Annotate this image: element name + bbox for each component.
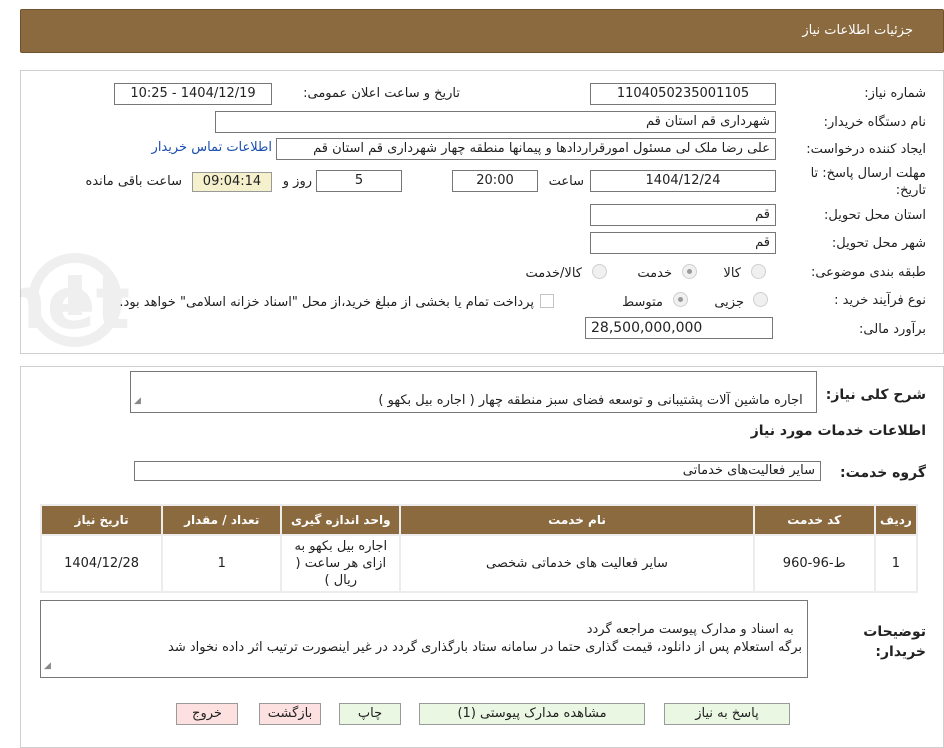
deadline-date-field[interactable]: 1404/12/24 [590, 170, 776, 192]
service-group-field[interactable]: سایر فعالیت‌های خدماتی [134, 461, 821, 481]
budget-field[interactable]: 28,500,000,000 [585, 317, 773, 339]
buyer-notes-text: به اسناد و مدارک پیوست مراجعه گردد برگه … [168, 622, 802, 655]
remaining-time-field: 09:04:14 [192, 172, 272, 192]
page-title: جزئیات اطلاعات نیاز [802, 23, 913, 38]
category-option-goods-service: کالا/خدمت [525, 266, 582, 281]
announce-label: تاریخ و ساعت اعلان عمومی: [303, 86, 460, 101]
cell-unit: اجاره بیل بکهو به ازای هر ساعت ( ریال ) [282, 536, 400, 591]
page-header: جزئیات اطلاعات نیاز [20, 9, 944, 53]
services-table: ردیف کد خدمت نام خدمت واحد اندازه گیری ت… [40, 504, 918, 593]
col-service-code: کد خدمت [754, 506, 874, 534]
deadline-time-label: ساعت [548, 174, 584, 189]
days-label: روز و [282, 174, 312, 189]
category-radio-goods-service[interactable] [592, 264, 607, 279]
category-radio-goods[interactable] [751, 264, 766, 279]
cell-need-date: 1404/12/28 [42, 536, 162, 591]
reply-button[interactable]: پاسخ به نیاز [664, 703, 790, 725]
process-type-label: نوع فرآیند خرید : [834, 293, 926, 308]
process-option-medium: متوسط [622, 295, 663, 310]
province-label: استان محل تحویل: [824, 208, 926, 223]
buyer-contact-link[interactable]: اطلاعات تماس خریدار [152, 140, 272, 155]
province-field[interactable]: قم [590, 204, 776, 226]
category-label: طبقه بندی موضوعی: [810, 265, 926, 280]
remaining-time-label: ساعت باقی مانده [85, 174, 182, 189]
cell-service-name: سایر فعالیت های خدماتی شخصی [401, 536, 753, 591]
cell-service-code: ط-96-960 [754, 536, 874, 591]
process-option-minor: جزیی [714, 295, 744, 310]
treasury-payment-note: پرداخت تمام یا بخشی از مبلغ خرید،از محل … [119, 295, 534, 310]
deadline-time-field[interactable]: 20:00 [452, 170, 538, 192]
category-option-service: خدمت [637, 266, 672, 281]
view-attachments-button[interactable]: مشاهده مدارک پیوستی (1) [419, 703, 645, 725]
process-radio-minor[interactable] [753, 292, 768, 307]
process-radio-medium[interactable] [673, 292, 688, 307]
city-field[interactable]: قم [590, 232, 776, 254]
category-option-goods: کالا [723, 266, 741, 281]
table-row: 1 ط-96-960 سایر فعالیت های خدماتی شخصی ا… [42, 536, 916, 591]
services-section-title: اطلاعات خدمات مورد نیاز [750, 423, 926, 439]
buyer-notes-label: توضیحات خریدار: [863, 624, 926, 660]
buyer-notes-textarea[interactable]: به اسناد و مدارک پیوست مراجعه گردد برگه … [40, 600, 808, 678]
col-row-number: ردیف [875, 506, 916, 534]
table-header-row: ردیف کد خدمت نام خدمت واحد اندازه گیری ت… [42, 506, 916, 534]
buyer-org-field[interactable]: شهرداری قم استان قم [215, 111, 776, 133]
description-textarea[interactable]: اجاره ماشین آلات پشتیبانی و توسعه فضای س… [130, 371, 817, 413]
description-text: اجاره ماشین آلات پشتیبانی و توسعه فضای س… [378, 393, 803, 408]
resize-grip-icon[interactable]: ◢ [134, 392, 141, 410]
requester-field[interactable]: علی رضا ملک لی مسئول امورقراردادها و پیم… [276, 138, 776, 160]
print-button[interactable]: چاپ [339, 703, 401, 725]
col-quantity: تعداد / مقدار [163, 506, 281, 534]
budget-label: برآورد مالی: [859, 322, 926, 337]
back-button[interactable]: بازگشت [259, 703, 321, 725]
col-need-date: تاریخ نیاز [42, 506, 162, 534]
col-service-name: نام خدمت [401, 506, 753, 534]
deadline-label: مهلت ارسال پاسخ: تا تاریخ: [810, 166, 926, 198]
need-number-label: شماره نیاز: [864, 86, 926, 101]
service-group-label: گروه خدمت: [840, 465, 926, 481]
days-remaining-field[interactable]: 5 [316, 170, 402, 192]
category-radio-service[interactable] [682, 264, 697, 279]
cell-quantity: 1 [163, 536, 281, 591]
resize-grip-icon[interactable]: ◢ [44, 657, 51, 675]
col-unit: واحد اندازه گیری [282, 506, 400, 534]
requester-label: ایجاد کننده درخواست: [806, 142, 926, 157]
buyer-org-label: نام دستگاه خریدار: [823, 115, 926, 130]
city-label: شهر محل تحویل: [831, 236, 926, 251]
cell-row-number: 1 [875, 536, 916, 591]
announce-field[interactable]: 1404/12/19 - 10:25 [114, 83, 272, 105]
need-number-field[interactable]: 1104050235001105 [590, 83, 776, 105]
treasury-bond-checkbox[interactable] [540, 294, 554, 308]
description-label: شرح کلی نیاز: [825, 387, 926, 403]
exit-button[interactable]: خروج [176, 703, 238, 725]
